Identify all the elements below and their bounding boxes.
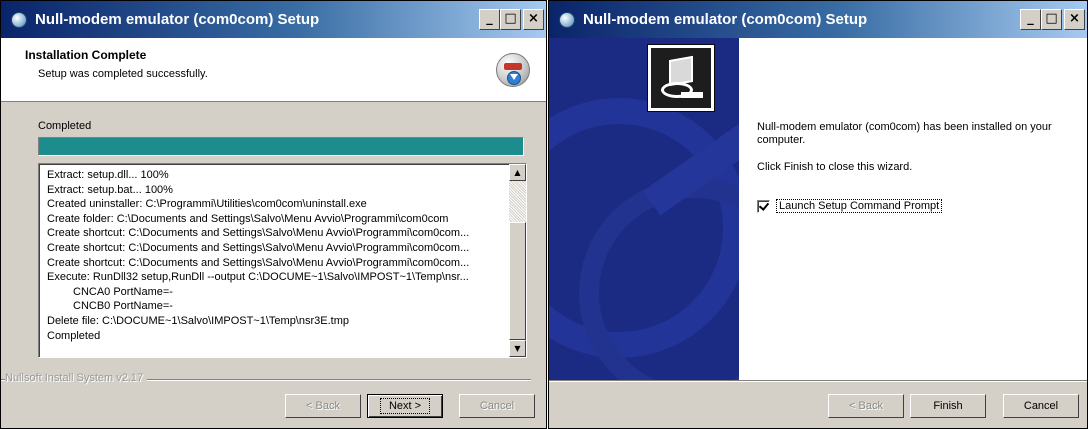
- launch-prompt-checkbox[interactable]: [757, 199, 770, 213]
- setup-app-icon: [559, 12, 575, 28]
- cancel-button[interactable]: Cancel: [459, 394, 535, 418]
- button-divider: [549, 380, 1087, 382]
- log-line: Extract: setup.dll... 100%: [47, 169, 169, 181]
- title-bar[interactable]: Null-modem emulator (com0com) Setup _ □ …: [1, 1, 546, 38]
- log-line: Create shortcut: C:\Documents and Settin…: [47, 227, 470, 240]
- log-scrollbar[interactable]: ▲ ▼: [509, 164, 526, 357]
- close-button[interactable]: ×: [1064, 9, 1085, 30]
- log-line: CNCA0 PortName=-: [73, 285, 173, 298]
- next-button[interactable]: Next >: [367, 394, 443, 418]
- setup-app-icon: [11, 12, 27, 28]
- log-line: Created uninstaller: C:\Programmi\Utilit…: [47, 198, 367, 211]
- log-line: Extract: setup.bat... 100%: [47, 183, 173, 196]
- log-line: Delete file: C:\DOCUME~1\Salvo\IMPOST~1\…: [47, 314, 349, 327]
- log-line: Create shortcut: C:\Documents and Settin…: [47, 256, 470, 269]
- log-line: Completed: [47, 329, 101, 342]
- window-title: Null-modem emulator (com0com) Setup: [583, 11, 868, 28]
- progress-fill: [39, 138, 523, 155]
- launch-prompt-label[interactable]: Launch Setup Command Prompt: [776, 199, 943, 213]
- wizard-side-banner: [549, 38, 739, 380]
- status-label: Completed: [38, 120, 92, 132]
- page-title: Installation Complete: [25, 48, 147, 62]
- install-log[interactable]: Extract: setup.dll... 100% Extract: setup…: [38, 163, 527, 358]
- title-bar[interactable]: Null-modem emulator (com0com) Setup _ □ …: [549, 1, 1087, 38]
- close-button[interactable]: ×: [523, 9, 544, 30]
- install-complete-message: Null-modem emulator (com0com) has been i…: [757, 121, 1052, 146]
- minimize-button[interactable]: _: [1020, 9, 1041, 30]
- minimize-button[interactable]: _: [479, 9, 500, 30]
- log-line: CNCB0 PortName=-: [73, 300, 173, 313]
- page-subtitle: Setup was completed successfully.: [38, 68, 208, 80]
- wizard-content: Null-modem emulator (com0com) has been i…: [739, 38, 1087, 380]
- setup-window-progress: Null-modem emulator (com0com) Setup _ □ …: [0, 0, 547, 429]
- computer-install-icon: [647, 44, 715, 112]
- launch-prompt-option[interactable]: Launch Setup Command Prompt: [757, 199, 943, 213]
- back-button[interactable]: < Back: [828, 394, 904, 418]
- page-header: Installation Complete Setup was complete…: [1, 38, 546, 102]
- setup-window-finish: Null-modem emulator (com0com) Setup _ □ …: [548, 0, 1088, 429]
- cancel-button[interactable]: Cancel: [1003, 394, 1079, 418]
- window-title: Null-modem emulator (com0com) Setup: [35, 11, 320, 28]
- finish-instruction: Click Finish to close this wizard.: [757, 161, 913, 173]
- log-line: Create folder: C:\Documents and Settings…: [47, 212, 449, 225]
- log-line: Execute: RunDll32 setup,RunDll --output …: [47, 271, 469, 284]
- scroll-down-arrow-icon[interactable]: ▼: [509, 340, 526, 357]
- installer-logo-icon: [496, 53, 530, 87]
- maximize-button[interactable]: □: [500, 9, 521, 30]
- branding-text: Nullsoft Install System v2.17: [5, 372, 148, 384]
- back-button[interactable]: < Back: [285, 394, 361, 418]
- finish-button[interactable]: Finish: [910, 394, 986, 418]
- log-lines: Extract: setup.dll... 100% Extract: setup…: [47, 168, 507, 343]
- scroll-thumb[interactable]: [509, 222, 526, 340]
- log-line: Create shortcut: C:\Documents and Settin…: [47, 241, 470, 254]
- progress-bar: [38, 137, 524, 156]
- maximize-button[interactable]: □: [1041, 9, 1062, 30]
- scroll-up-arrow-icon[interactable]: ▲: [509, 164, 526, 181]
